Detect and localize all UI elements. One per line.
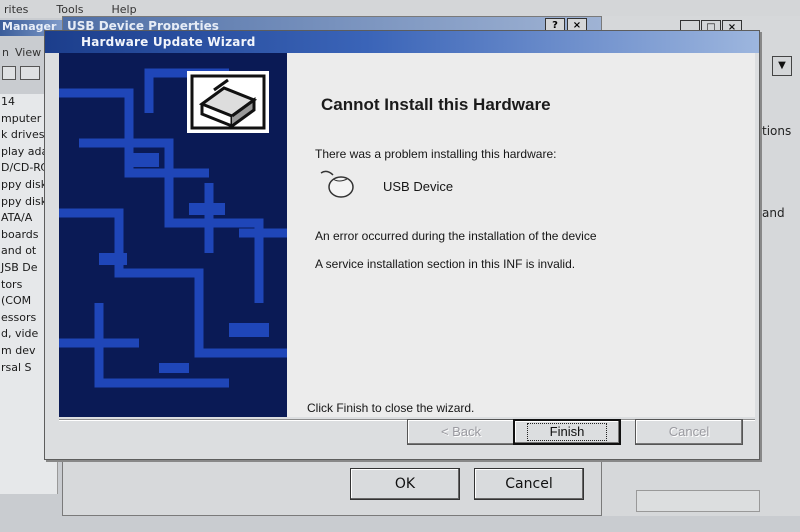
error-line-1: An error occurred during the installatio… <box>315 229 597 243</box>
chevron-down-icon[interactable]: ▼ <box>772 56 792 76</box>
ok-button[interactable]: OK <box>350 468 460 500</box>
device-manager-toolbar-buttons <box>2 66 40 80</box>
right-window-field <box>636 490 760 512</box>
back-icon[interactable] <box>2 66 16 80</box>
wizard-title: Hardware Update Wizard <box>45 31 759 53</box>
right-text-fragment: and <box>762 206 785 220</box>
problem-text: There was a problem installing this hard… <box>315 147 557 161</box>
props-cancel-button[interactable]: Cancel <box>474 468 584 500</box>
menu-item-favorites[interactable]: rites <box>4 3 28 16</box>
mouse-device-icon <box>317 169 357 199</box>
device-name: USB Device <box>383 179 454 194</box>
finish-hint: Click Finish to close the wizard. <box>307 401 475 415</box>
menu-item-action[interactable]: n <box>2 46 9 59</box>
error-line-2: A service installation section in this I… <box>315 257 576 271</box>
hardware-update-wizard: Hardware Update Wizard Cannot Install th… <box>44 30 760 460</box>
menu-item-help[interactable]: Help <box>112 3 137 16</box>
right-text-fragment: tions <box>762 124 792 138</box>
properties-icon[interactable] <box>20 66 40 80</box>
cancel-button[interactable]: Cancel <box>635 419 743 445</box>
wizard-banner <box>59 53 287 417</box>
menu-item-view[interactable]: View <box>15 46 41 59</box>
finish-label: Finish <box>526 423 608 441</box>
wizard-content-panel: Cannot Install this Hardware There was a… <box>59 53 755 417</box>
wizard-heading: Cannot Install this Hardware <box>321 95 551 114</box>
finish-button[interactable]: Finish <box>513 419 621 445</box>
hardware-box-icon <box>187 71 269 133</box>
menu-item-tools[interactable]: Tools <box>56 3 83 16</box>
back-button[interactable]: < Back <box>407 419 515 445</box>
